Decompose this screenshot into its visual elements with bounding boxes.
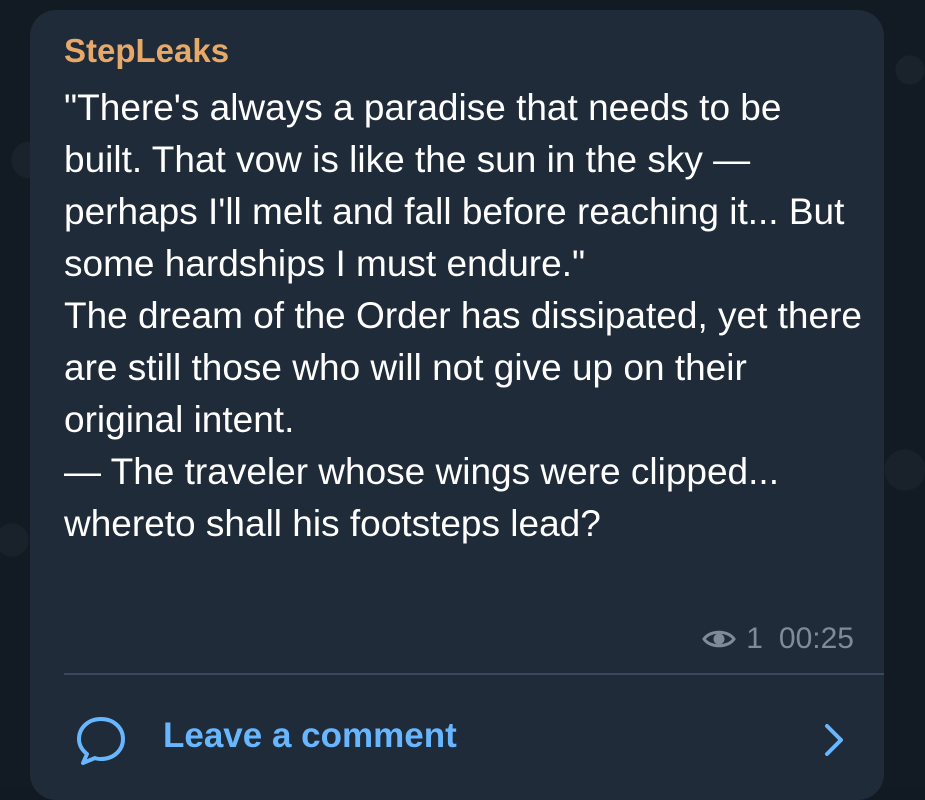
chevron-right-icon <box>825 724 843 756</box>
message-time: 00:25 <box>778 622 854 655</box>
message-text: "There's always a paradise that needs to… <box>64 87 862 544</box>
comment-bubble-icon <box>77 717 125 765</box>
eye-icon <box>702 630 737 648</box>
comments-divider <box>64 673 884 675</box>
message-bubble[interactable]: StepLeaks "There's always a paradise tha… <box>30 10 884 800</box>
sender-name[interactable]: StepLeaks <box>64 32 229 70</box>
view-count: 1 <box>746 622 763 655</box>
leave-comment-button[interactable]: Leave a comment <box>30 676 884 800</box>
message-meta: 1 00:25 <box>702 622 854 656</box>
leave-comment-label: Leave a comment <box>163 716 457 755</box>
